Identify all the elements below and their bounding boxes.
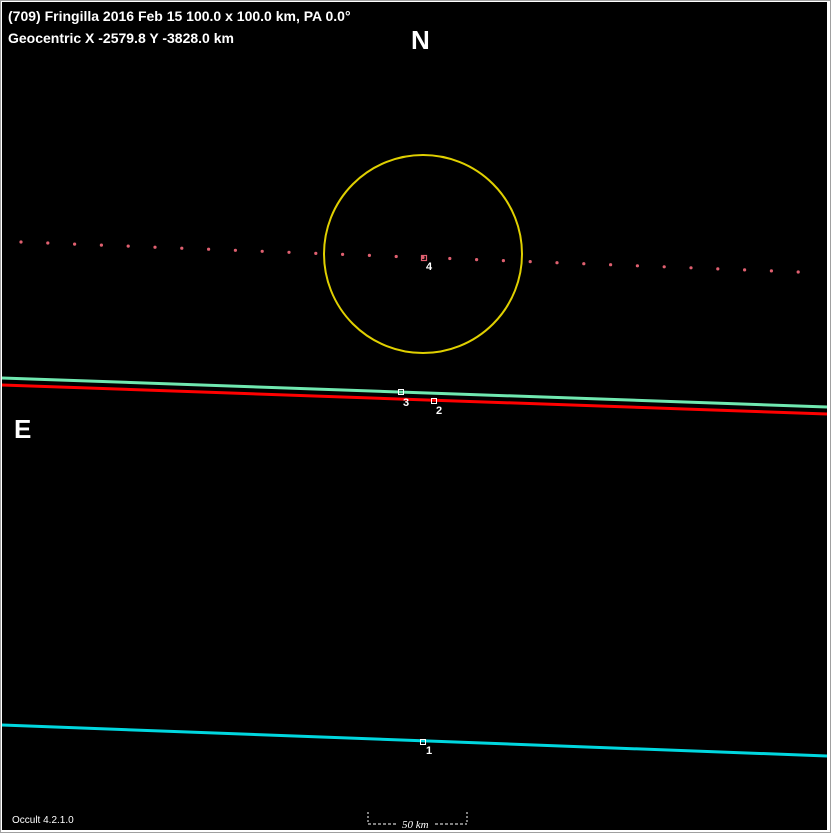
path-dot — [126, 244, 130, 248]
scale-bar-label: 50 km — [402, 819, 429, 830]
path-dot — [153, 245, 157, 249]
path-dot — [99, 243, 103, 247]
plot-background — [2, 2, 827, 830]
path-dot — [73, 242, 77, 246]
path-dot — [635, 264, 640, 268]
header-geocentric: Geocentric X -2579.8 Y -3828.0 km — [8, 30, 234, 46]
chord-2-label: 2 — [436, 405, 442, 417]
path-dot — [475, 258, 479, 262]
path-dot — [582, 262, 586, 266]
path-dot — [609, 263, 613, 267]
path-dot — [743, 268, 747, 272]
path-dot — [260, 249, 264, 253]
version-label: Occult 4.2.1.0 — [12, 815, 74, 826]
north-label: N — [411, 25, 430, 55]
path-dot — [716, 267, 720, 271]
path-dot — [367, 253, 371, 257]
path-dot — [796, 270, 800, 274]
path-dot — [662, 265, 666, 269]
path-dot — [314, 251, 318, 255]
path-dot — [233, 248, 237, 252]
header-title: (709) Fringilla 2016 Feb 15 100.0 x 100.… — [8, 8, 351, 24]
path-dot — [287, 250, 291, 254]
path-dot — [769, 269, 774, 273]
path-dot — [19, 240, 23, 244]
chord-3-label: 3 — [403, 397, 409, 409]
path-dot — [394, 254, 398, 259]
path-dot — [448, 256, 452, 261]
chord-1-label: 1 — [426, 745, 432, 757]
path-dot — [46, 241, 50, 245]
path-dot — [689, 266, 693, 270]
chord-4-label: 4 — [426, 261, 433, 273]
occultation-plot: (709) Fringilla 2016 Feb 15 100.0 x 100.… — [2, 2, 827, 830]
path-dot — [501, 259, 505, 263]
path-dot — [207, 247, 211, 251]
path-dot — [180, 246, 184, 250]
path-dot — [528, 260, 532, 264]
plot-frame: (709) Fringilla 2016 Feb 15 100.0 x 100.… — [0, 0, 831, 833]
path-dot — [555, 261, 559, 265]
path-dot — [341, 252, 345, 256]
east-label: E — [14, 414, 31, 444]
